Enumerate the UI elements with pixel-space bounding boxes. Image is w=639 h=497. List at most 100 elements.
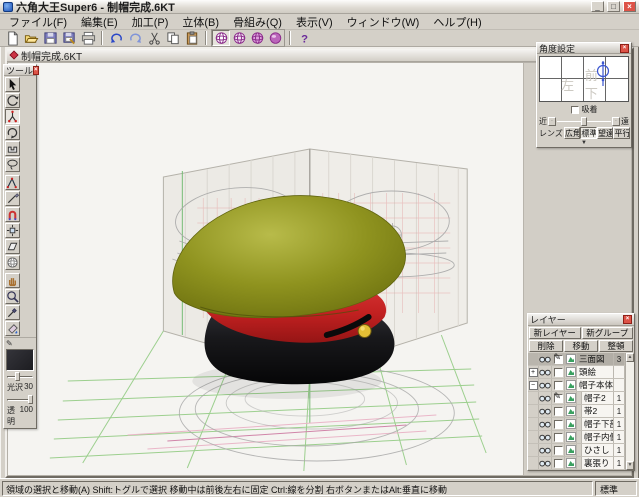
move-tool[interactable]: [5, 109, 20, 124]
cut-icon[interactable]: [145, 30, 163, 46]
layer-name[interactable]: 帽子下部2: [582, 418, 614, 430]
paste-icon[interactable]: [183, 30, 201, 46]
expand-group-icon[interactable]: +: [529, 368, 538, 377]
new-group-button[interactable]: 新グループ: [582, 327, 634, 339]
distance-slider-thumb[interactable]: [581, 117, 587, 126]
layer-name[interactable]: 帽子内側: [582, 431, 614, 443]
visibility-glasses-icon[interactable]: [539, 379, 552, 391]
menu-solid[interactable]: 立体(B): [175, 13, 226, 31]
layer-name[interactable]: 三面図: [577, 353, 614, 365]
layer-row[interactable]: − 帽子本体: [528, 379, 625, 392]
eyedropper-tool[interactable]: [5, 305, 20, 320]
layer-name[interactable]: ひさし: [582, 444, 614, 456]
visibility-glasses-icon[interactable]: [539, 405, 552, 417]
new-document-icon[interactable]: [3, 30, 21, 46]
layer-row[interactable]: 帽子内側1: [528, 431, 625, 444]
arrange-layer-button[interactable]: 整頓: [599, 340, 633, 352]
snap-checkbox[interactable]: [571, 106, 579, 114]
layers-panel-titlebar[interactable]: レイヤー ×: [528, 314, 634, 326]
layer-row[interactable]: + 頭絵: [528, 366, 625, 379]
menu-view[interactable]: 表示(V): [289, 13, 340, 31]
copy-icon[interactable]: [164, 30, 182, 46]
shaded-view-icon[interactable]: [248, 30, 266, 46]
layer-row[interactable]: 帯21: [528, 405, 625, 418]
farther-button[interactable]: ·: [612, 117, 620, 126]
layer-name[interactable]: 頭絵: [577, 366, 614, 378]
scroll-up-icon[interactable]: ▲: [626, 353, 634, 362]
close-button[interactable]: ×: [623, 1, 636, 12]
tool-palette-titlebar[interactable]: ツール ×: [4, 65, 36, 76]
visibility-glasses-icon[interactable]: [539, 431, 552, 443]
move-layer-button[interactable]: 移動: [564, 340, 598, 352]
undo-icon[interactable]: [107, 30, 125, 46]
hidden-line-view-icon[interactable]: [230, 30, 248, 46]
gloss-slider[interactable]: [7, 372, 33, 381]
save-icon[interactable]: [41, 30, 59, 46]
lasso-tool[interactable]: [5, 157, 20, 172]
visibility-glasses-icon[interactable]: [539, 418, 552, 430]
extrude-tool[interactable]: [5, 141, 20, 156]
editable-checkbox[interactable]: [554, 407, 563, 416]
open-icon[interactable]: [22, 30, 40, 46]
layer-row[interactable]: 帽子下部21: [528, 418, 625, 431]
visibility-glasses-icon[interactable]: [539, 366, 552, 378]
sphere-tool[interactable]: [5, 255, 20, 270]
lens-standard-button[interactable]: 標準: [580, 127, 597, 139]
editable-checkbox[interactable]: [554, 381, 563, 390]
menu-help[interactable]: ヘルプ(H): [426, 13, 488, 31]
collapse-group-icon[interactable]: −: [529, 381, 538, 390]
editable-checkbox[interactable]: [554, 446, 563, 455]
textured-view-icon[interactable]: [266, 30, 284, 46]
delete-layer-button[interactable]: 削除: [529, 340, 563, 352]
draw-line-tool[interactable]: [5, 175, 20, 190]
menu-file[interactable]: ファイル(F): [2, 13, 74, 31]
editable-checkbox[interactable]: [554, 433, 563, 442]
visibility-glasses-icon[interactable]: [539, 457, 552, 469]
opacity-slider[interactable]: [7, 395, 33, 404]
layers-scrollbar[interactable]: ▲ ▼: [625, 353, 634, 470]
visibility-glasses-icon[interactable]: [539, 444, 552, 456]
layer-name[interactable]: 裏張り: [582, 457, 614, 469]
view-direction-grid[interactable]: 左 前 下: [539, 56, 629, 102]
redo-icon[interactable]: [126, 30, 144, 46]
menu-process[interactable]: 加工(P): [125, 13, 176, 31]
tool-palette-close-icon[interactable]: ×: [33, 66, 39, 75]
angle-panel-close-icon[interactable]: ×: [620, 44, 629, 53]
editable-checkbox[interactable]: ✎: [554, 355, 563, 364]
scroll-down-icon[interactable]: ▼: [626, 461, 634, 470]
lens-wide-button[interactable]: 広角: [564, 127, 581, 139]
visibility-glasses-icon[interactable]: [539, 392, 552, 404]
save-as-icon[interactable]: [60, 30, 78, 46]
lens-parallel-button[interactable]: 平行: [613, 127, 630, 139]
lens-tele-button[interactable]: 望遠: [597, 127, 614, 139]
cap-button[interactable]: [358, 325, 371, 338]
editable-checkbox[interactable]: ✎: [554, 394, 563, 403]
distance-slider[interactable]: [557, 117, 611, 126]
maximize-button[interactable]: □: [607, 1, 620, 12]
magnet-tool[interactable]: [5, 207, 20, 222]
viewport-3d-scene[interactable]: [8, 63, 523, 475]
zoom-tool[interactable]: [5, 289, 20, 304]
panel-collapse-arrow-icon[interactable]: ▼: [537, 140, 631, 147]
paint-tool[interactable]: [5, 321, 20, 336]
angle-panel-titlebar[interactable]: 角度設定 ×: [537, 43, 631, 54]
layer-name[interactable]: 帽子本体: [577, 379, 614, 391]
opacity-slider-thumb[interactable]: [28, 395, 33, 404]
move-part-tool[interactable]: [5, 223, 20, 238]
layer-row[interactable]: ✎帽子21: [528, 392, 625, 405]
editable-checkbox[interactable]: [554, 368, 563, 377]
layer-row[interactable]: ✎三面図3: [528, 353, 625, 366]
new-layer-button[interactable]: 新レイヤー: [529, 327, 581, 339]
nearer-button[interactable]: ·: [548, 117, 556, 126]
face-tool[interactable]: [5, 239, 20, 254]
menu-window[interactable]: ウィンドウ(W): [340, 13, 427, 31]
minimize-button[interactable]: _: [591, 1, 604, 12]
editable-checkbox[interactable]: [554, 459, 563, 468]
layer-row[interactable]: ひさし1: [528, 444, 625, 457]
pan-tool[interactable]: [5, 273, 20, 288]
material-color-swatch[interactable]: [6, 349, 34, 371]
layer-name[interactable]: 帽子2: [582, 392, 614, 404]
menu-skeleton[interactable]: 骨組み(Q): [226, 13, 289, 31]
knife-tool[interactable]: [5, 191, 20, 206]
visibility-glasses-icon[interactable]: [539, 353, 552, 365]
